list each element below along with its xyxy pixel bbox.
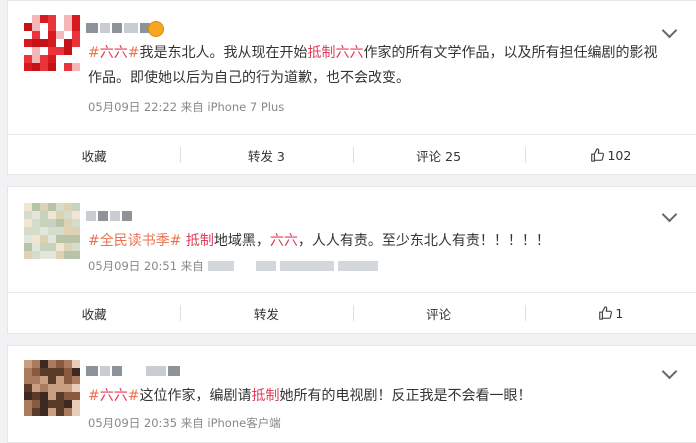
topic-tag[interactable]: #	[128, 388, 140, 404]
weibo-post: #全民读书季# 抵制地域黑，六六，人人有责。至少东北人有责！！！！！ 05月09…	[7, 186, 696, 334]
avatar[interactable]	[24, 203, 82, 261]
weibo-post: #六六#这位作家，编剧请抵制她所有的电视剧！反正我是不会看一眼！ 05月09日 …	[7, 345, 696, 443]
vip-badge-icon	[148, 21, 164, 37]
post-time-source: 05月09日 22:22 来自 iPhone 7 Plus	[88, 100, 285, 114]
collect-label: 收藏	[81, 148, 107, 164]
source-blurred	[337, 261, 378, 271]
chevron-down-icon[interactable]	[661, 22, 678, 39]
post-meta: 05月09日 22:22 来自 iPhone 7 Plus	[88, 99, 284, 115]
topic-tag[interactable]: #	[128, 45, 140, 61]
source-blurred	[279, 261, 334, 271]
collect-label: 收藏	[81, 306, 107, 322]
like-button[interactable]: 102	[524, 135, 696, 175]
comment-button[interactable]: 评论 25	[352, 135, 525, 175]
comment-button[interactable]: 评论	[352, 293, 525, 333]
action-bar: 收藏 转发 3 评论 25 102	[8, 134, 696, 175]
repost-label: 转发 3	[247, 148, 285, 164]
post-time-source: 05月09日 20:35 来自 iPhone客户端	[88, 416, 281, 430]
topic-tag[interactable]: #全民读书季#	[88, 233, 181, 249]
source-blurred	[255, 261, 276, 271]
highlight-keyword[interactable]: 六六	[270, 233, 298, 249]
post-text: 地域黑，	[213, 233, 270, 249]
post-text: 我是东北人。我从现在开始	[139, 45, 308, 61]
source-blurred	[207, 261, 234, 271]
repost-button[interactable]: 转发 3	[180, 135, 352, 175]
post-content: #六六#这位作家，编剧请抵制她所有的电视剧！反正我是不会看一眼！	[88, 384, 671, 409]
weibo-post: #六六#我是东北人。我从现在开始抵制六六作家的所有文学作品，以及所有担任编剧的影…	[7, 0, 696, 175]
post-text: ，人人有责。至少东北人有责！！！！！	[297, 233, 550, 249]
username-blurred[interactable]	[86, 23, 150, 33]
highlight-keyword[interactable]: 六六	[100, 388, 128, 404]
topic-tag[interactable]: #	[88, 388, 100, 404]
chevron-down-icon[interactable]	[661, 363, 678, 380]
username-blurred[interactable]	[86, 366, 180, 376]
collect-button[interactable]: 收藏	[8, 135, 180, 175]
thumbs-up-icon	[599, 306, 613, 320]
comment-label: 评论 25	[416, 148, 462, 164]
highlight-keyword[interactable]: 抵制	[186, 233, 214, 249]
topic-tag[interactable]: #	[88, 45, 100, 61]
like-button[interactable]: 1	[524, 293, 696, 333]
action-bar: 收藏 转发 评论 1	[8, 292, 696, 333]
repost-button[interactable]: 转发	[180, 293, 352, 333]
post-time-source: 05月09日 20:51 来自	[88, 259, 204, 273]
repost-label: 转发	[253, 306, 279, 322]
collect-button[interactable]: 收藏	[8, 293, 180, 333]
post-text: 这位作家，编剧请	[139, 388, 252, 404]
avatar[interactable]	[24, 15, 82, 73]
post-meta: 05月09日 20:35 来自 iPhone客户端	[88, 415, 281, 431]
username-blurred[interactable]	[86, 211, 132, 221]
post-text: 她所有的电视剧！反正我是不会看一眼！	[279, 388, 532, 404]
like-count: 1	[615, 305, 624, 321]
thumbs-up-icon	[591, 148, 605, 162]
avatar[interactable]	[24, 360, 82, 418]
post-meta: 05月09日 20:51 来自	[88, 258, 378, 274]
post-content: #六六#我是东北人。我从现在开始抵制六六作家的所有文学作品，以及所有担任编剧的影…	[88, 41, 671, 91]
highlight-keyword[interactable]: 抵制	[251, 388, 279, 404]
like-count: 102	[607, 147, 632, 163]
chevron-down-icon[interactable]	[661, 206, 678, 223]
highlight-keyword[interactable]: 抵制六六	[307, 45, 363, 61]
highlight-keyword[interactable]: 六六	[100, 45, 128, 61]
comment-label: 评论	[426, 306, 452, 322]
post-content: #全民读书季# 抵制地域黑，六六，人人有责。至少东北人有责！！！！！	[88, 229, 671, 254]
